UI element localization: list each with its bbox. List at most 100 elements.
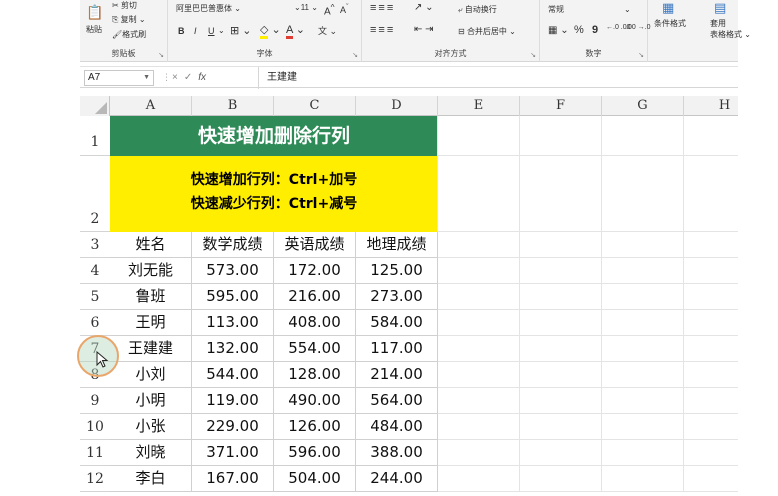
- grow-font-button[interactable]: A^: [324, 2, 335, 17]
- fx-icon[interactable]: fx: [198, 72, 206, 83]
- phonetic-icon[interactable]: 文 ⌄: [318, 24, 337, 37]
- score-cell[interactable]: 132.00: [192, 336, 274, 362]
- row-header-5[interactable]: 5: [80, 284, 110, 310]
- column-header-a[interactable]: A: [110, 96, 192, 116]
- italic-button[interactable]: I: [194, 26, 197, 36]
- name-cell[interactable]: 王明: [110, 310, 192, 336]
- score-cell[interactable]: 595.00: [192, 284, 274, 310]
- font-size-select[interactable]: ⌄11 ⌄: [294, 3, 318, 12]
- column-header-d[interactable]: D: [356, 96, 438, 116]
- column-title-cell[interactable]: 地理成绩: [356, 232, 438, 258]
- column-header-g[interactable]: G: [602, 96, 684, 116]
- cancel-icon[interactable]: ×: [172, 72, 184, 83]
- cut-button[interactable]: ✂ 剪切: [112, 0, 137, 11]
- score-cell[interactable]: 167.00: [192, 466, 274, 492]
- row-header-2[interactable]: 2: [80, 156, 110, 232]
- row-header-9[interactable]: 9: [80, 388, 110, 414]
- conditional-format-button[interactable]: 条件格式: [654, 18, 686, 29]
- score-cell[interactable]: 273.00: [356, 284, 438, 310]
- row-header-10[interactable]: 10: [80, 414, 110, 440]
- format-painter-button[interactable]: 🖌格式刷: [112, 29, 146, 40]
- name-cell[interactable]: 李白: [110, 466, 192, 492]
- shrink-font-button[interactable]: Aˇ: [340, 2, 349, 15]
- score-cell[interactable]: 119.00: [192, 388, 274, 414]
- indent-icons[interactable]: ⇤ ⇥: [414, 24, 434, 35]
- name-box-dropdown-icon[interactable]: ▼: [143, 71, 150, 85]
- select-all-corner[interactable]: [80, 96, 110, 116]
- name-cell[interactable]: 小张: [110, 414, 192, 440]
- comma-button[interactable]: 9: [592, 24, 598, 36]
- name-cell[interactable]: 王建建: [110, 336, 192, 362]
- column-title-cell[interactable]: 姓名: [110, 232, 192, 258]
- column-title-cell[interactable]: 英语成绩: [274, 232, 356, 258]
- score-cell[interactable]: 117.00: [356, 336, 438, 362]
- table-format-icon[interactable]: ▤: [714, 0, 726, 16]
- row-header-3[interactable]: 3: [80, 232, 110, 258]
- name-box[interactable]: A7 ▼: [84, 70, 154, 86]
- score-cell[interactable]: 408.00: [274, 310, 356, 336]
- number-format-select[interactable]: 常规 ⌄: [548, 4, 631, 15]
- vertical-align-icons[interactable]: ≡≡≡: [370, 2, 395, 14]
- score-cell[interactable]: 371.00: [192, 440, 274, 466]
- row-header-4[interactable]: 4: [80, 258, 110, 284]
- font-launcher-icon[interactable]: ↘: [352, 51, 358, 59]
- column-title-cell[interactable]: 数学成绩: [192, 232, 274, 258]
- row-header-12[interactable]: 12: [80, 466, 110, 492]
- conditional-format-icon[interactable]: ▦: [662, 0, 674, 16]
- score-cell[interactable]: 504.00: [274, 466, 356, 492]
- fill-color-icon[interactable]: ◇ ⌄: [260, 23, 281, 39]
- wrap-text-button[interactable]: ⤶ 自动换行: [458, 4, 497, 15]
- name-cell[interactable]: 刘晓: [110, 440, 192, 466]
- accounting-icon[interactable]: ▦ ⌄: [548, 25, 569, 36]
- score-cell[interactable]: 216.00: [274, 284, 356, 310]
- formula-input[interactable]: 王建建: [258, 67, 297, 89]
- name-cell[interactable]: 小刘: [110, 362, 192, 388]
- table-format-button[interactable]: 套用 表格格式 ⌄: [710, 18, 751, 40]
- score-cell[interactable]: 126.00: [274, 414, 356, 440]
- score-cell[interactable]: 214.00: [356, 362, 438, 388]
- name-cell[interactable]: 刘无能: [110, 258, 192, 284]
- score-cell[interactable]: 128.00: [274, 362, 356, 388]
- score-cell[interactable]: 584.00: [356, 310, 438, 336]
- copy-button[interactable]: ⎘ 复制 ⌄: [112, 14, 146, 25]
- font-color-icon[interactable]: A ⌄: [286, 23, 305, 39]
- column-header-e[interactable]: E: [438, 96, 520, 116]
- score-cell[interactable]: 564.00: [356, 388, 438, 414]
- score-cell[interactable]: 573.00: [192, 258, 274, 284]
- alignment-launcher-icon[interactable]: ↘: [530, 51, 536, 59]
- score-cell[interactable]: 490.00: [274, 388, 356, 414]
- horizontal-align-icons[interactable]: ≡≡≡: [370, 24, 395, 36]
- row-header-11[interactable]: 11: [80, 440, 110, 466]
- font-name-select[interactable]: 阿里巴巴普惠体 ⌄: [176, 3, 241, 14]
- sheet-subtitle[interactable]: 快速增加行列：Ctrl+加号 快速减少行列：Ctrl+减号: [110, 156, 438, 232]
- score-cell[interactable]: 244.00: [356, 466, 438, 492]
- score-cell[interactable]: 544.00: [192, 362, 274, 388]
- row-header-6[interactable]: 6: [80, 310, 110, 336]
- column-header-c[interactable]: C: [274, 96, 356, 116]
- row-header-1[interactable]: 1: [80, 116, 110, 156]
- score-cell[interactable]: 113.00: [192, 310, 274, 336]
- score-cell[interactable]: 484.00: [356, 414, 438, 440]
- paste-icon[interactable]: 📋: [86, 4, 103, 21]
- score-cell[interactable]: 596.00: [274, 440, 356, 466]
- paste-button[interactable]: 粘贴: [86, 24, 102, 35]
- orientation-icon[interactable]: ↗ ⌄: [414, 2, 434, 13]
- column-header-f[interactable]: F: [520, 96, 602, 116]
- score-cell[interactable]: 388.00: [356, 440, 438, 466]
- score-cell[interactable]: 172.00: [274, 258, 356, 284]
- score-cell[interactable]: 554.00: [274, 336, 356, 362]
- percent-button[interactable]: %: [574, 24, 584, 36]
- bold-button[interactable]: B: [178, 26, 185, 36]
- number-launcher-icon[interactable]: ↘: [638, 51, 644, 59]
- name-cell[interactable]: 小明: [110, 388, 192, 414]
- decrease-decimal-button[interactable]: .00 →.0: [626, 24, 651, 31]
- name-cell[interactable]: 鲁班: [110, 284, 192, 310]
- border-icon[interactable]: ⊞ ⌄: [230, 24, 252, 37]
- clipboard-launcher-icon[interactable]: ↘: [158, 51, 164, 59]
- score-cell[interactable]: 125.00: [356, 258, 438, 284]
- underline-dropdown-icon[interactable]: ⌄: [218, 26, 225, 35]
- underline-button[interactable]: U: [208, 26, 215, 36]
- merge-center-button[interactable]: ⊟ 合并后居中 ⌄: [458, 26, 516, 37]
- score-cell[interactable]: 229.00: [192, 414, 274, 440]
- sheet-title[interactable]: 快速增加删除行列: [110, 116, 438, 156]
